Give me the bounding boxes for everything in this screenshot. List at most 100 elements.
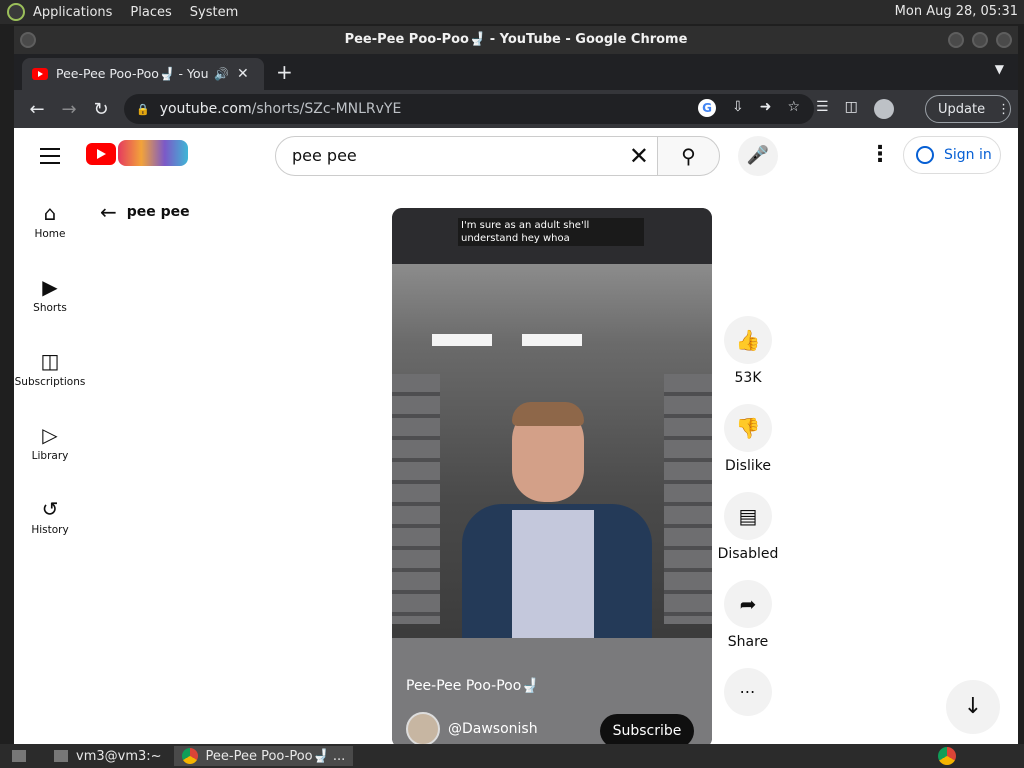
guide-sidebar: ⌂ Home ▶ Shorts ◫ Subscriptions ▷ Librar… xyxy=(14,198,86,568)
google-lens-icon[interactable]: G xyxy=(698,99,716,117)
thumbs-up-icon[interactable]: 👍 xyxy=(724,316,772,364)
tab-search-chevron-icon[interactable]: ▼ xyxy=(995,62,1004,76)
person-hair xyxy=(512,402,584,426)
search-back-row[interactable]: ← pee pee xyxy=(100,200,190,224)
youtube-logo-icon[interactable] xyxy=(86,143,116,165)
dislike-label: Dislike xyxy=(725,458,771,474)
window-titlebar[interactable]: Pee-Pee Poo-Poo🚽 - YouTube - Google Chro… xyxy=(14,26,1018,54)
toolbar-icons: G ⇩ ➜ ☆ ☰ ◫ xyxy=(698,99,894,119)
sign-in-label: Sign in xyxy=(944,147,992,163)
tab-strip: Pee-Pee Poo-Poo🚽 - YouTube 🔊 ✕ + ▼ xyxy=(14,54,1018,90)
youtube-page: pee pee ✕ ⚲ 🎤 ⋮ Sign in ⌂ Home ▶ Shorts … xyxy=(14,128,1018,744)
forward-arrow-icon[interactable]: → xyxy=(60,99,78,120)
share-arrow-icon[interactable]: ➦ xyxy=(724,580,772,628)
url-path: /shorts/SZc-MNLRvYE xyxy=(251,101,402,117)
speaker-icon[interactable]: 🔊 xyxy=(214,67,229,81)
desktop-icon xyxy=(12,750,26,762)
applications-menu[interactable]: Applications xyxy=(33,5,112,20)
taskbar-chrome-label: Pee-Pee Poo-Poo🚽 ... xyxy=(205,748,346,764)
taskbar-terminal[interactable]: vm3@vm3:~ xyxy=(46,746,170,766)
chrome-window: Pee-Pee Poo-Poo🚽 - YouTube - Google Chro… xyxy=(14,26,1018,744)
search-icon: ⚲ xyxy=(681,144,696,168)
lock-icon[interactable]: 🔒 xyxy=(136,103,150,116)
dislike-action: 👎 Dislike xyxy=(714,404,782,492)
close-tab-icon[interactable]: ✕ xyxy=(237,66,249,82)
chrome-menu-icon[interactable]: ⋮ xyxy=(997,102,1010,117)
bookmark-star-icon[interactable]: ☆ xyxy=(787,99,800,119)
sign-in-button[interactable]: Sign in xyxy=(903,136,1001,174)
show-desktop-button[interactable] xyxy=(4,746,42,766)
home-icon: ⌂ xyxy=(43,201,57,225)
update-label: Update xyxy=(938,101,986,117)
clock[interactable]: Mon Aug 28, 05:31 xyxy=(895,4,1018,19)
close-window-button[interactable] xyxy=(996,32,1012,48)
maximize-button[interactable] xyxy=(972,32,988,48)
window-title: Pee-Pee Poo-Poo🚽 - YouTube - Google Chro… xyxy=(344,32,688,47)
guide-item-label: History xyxy=(31,524,69,536)
back-arrow-icon[interactable]: ← xyxy=(100,200,117,224)
guide-menu-icon[interactable] xyxy=(40,148,60,169)
guide-item-subscriptions[interactable]: ◫ Subscriptions xyxy=(14,346,86,420)
short-title[interactable]: Pee-Pee Poo-Poo🚽 xyxy=(406,678,539,694)
taskbar-terminal-label: vm3@vm3:~ xyxy=(76,748,162,764)
chrome-icon xyxy=(181,748,198,764)
os-logo-icon[interactable] xyxy=(7,3,25,21)
shelf-left xyxy=(392,374,440,624)
search-query-heading: pee pee xyxy=(126,204,190,220)
microphone-icon: 🎤 xyxy=(746,145,770,166)
update-button[interactable]: Update ⋮ xyxy=(925,95,1011,123)
library-icon: ▷ xyxy=(42,423,58,447)
search-button[interactable]: ⚲ xyxy=(657,136,720,176)
channel-avatar[interactable] xyxy=(406,712,440,744)
youtube-doodle-logo[interactable] xyxy=(118,140,188,166)
guide-item-shorts[interactable]: ▶ Shorts xyxy=(14,272,86,346)
side-panel-icon[interactable]: ◫ xyxy=(845,99,858,119)
share-icon[interactable]: ➜ xyxy=(760,99,772,119)
system-menu[interactable]: System xyxy=(190,5,238,20)
next-short-button[interactable]: ↓ xyxy=(946,680,1000,734)
settings-kebab-icon[interactable]: ⋮ xyxy=(869,142,891,167)
media-queue-icon[interactable]: ☰ xyxy=(816,99,829,119)
voice-search-button[interactable]: 🎤 xyxy=(738,136,778,176)
reload-icon[interactable]: ↻ xyxy=(92,99,110,120)
search-input[interactable]: pee pee ✕ xyxy=(275,136,658,176)
shorts-actions: 👍 53K 👎 Dislike ▤ Disabled ➦ Share ⋯ xyxy=(714,316,782,744)
account-circle-icon xyxy=(916,146,934,164)
places-menu[interactable]: Places xyxy=(130,5,171,20)
subscriptions-icon: ◫ xyxy=(40,349,60,373)
back-arrow-icon[interactable]: ← xyxy=(28,99,46,120)
like-action: 👍 53K xyxy=(714,316,782,404)
channel-info[interactable]: @Dawsonish xyxy=(406,712,538,744)
install-app-icon[interactable]: ⇩ xyxy=(732,99,744,119)
guide-item-history[interactable]: ↺ History xyxy=(14,494,86,568)
minimize-button[interactable] xyxy=(948,32,964,48)
url-host: youtube.com xyxy=(159,101,252,117)
channel-handle[interactable]: @Dawsonish xyxy=(448,721,538,737)
comments-action: ▤ Disabled xyxy=(714,492,782,580)
guide-item-library[interactable]: ▷ Library xyxy=(14,420,86,494)
tray-chrome-icon[interactable] xyxy=(938,747,956,765)
new-tab-icon[interactable]: + xyxy=(276,60,293,84)
tab-youtube[interactable]: Pee-Pee Poo-Poo🚽 - YouTube 🔊 ✕ xyxy=(22,58,264,90)
guide-item-home[interactable]: ⌂ Home xyxy=(14,198,86,272)
history-icon: ↺ xyxy=(41,497,59,521)
clear-search-icon[interactable]: ✕ xyxy=(629,137,649,175)
more-horizontal-icon[interactable]: ⋯ xyxy=(724,668,772,716)
video-caption: I'm sure as an adult she'll understand h… xyxy=(458,218,644,246)
subscribe-button[interactable]: Subscribe xyxy=(600,714,694,744)
shorts-icon: ▶ xyxy=(42,275,58,299)
window-menu-button[interactable] xyxy=(20,32,36,48)
terminal-icon xyxy=(54,750,68,762)
taskbar-chrome[interactable]: Pee-Pee Poo-Poo🚽 ... xyxy=(173,746,354,766)
browser-toolbar: ← → ↻ 🔒 youtube.com/shorts/SZc-MNLRvYE G… xyxy=(14,90,1018,128)
profile-avatar-icon[interactable] xyxy=(873,99,894,119)
guide-item-label: Home xyxy=(34,228,66,240)
os-top-panel: Applications Places System Mon Aug 28, 0… xyxy=(0,0,1024,24)
thumbs-down-icon[interactable]: 👎 xyxy=(724,404,772,452)
shorts-player[interactable]: I'm sure as an adult she'll understand h… xyxy=(392,208,712,744)
share-action: ➦ Share xyxy=(714,580,782,668)
comments-label: Disabled xyxy=(717,546,779,562)
video-frame xyxy=(392,264,712,704)
comment-icon[interactable]: ▤ xyxy=(724,492,772,540)
os-taskbar: vm3@vm3:~ Pee-Pee Poo-Poo🚽 ... xyxy=(0,744,1024,768)
